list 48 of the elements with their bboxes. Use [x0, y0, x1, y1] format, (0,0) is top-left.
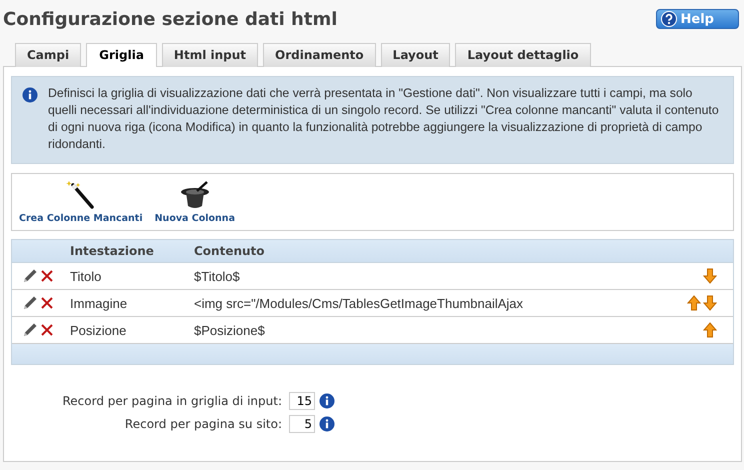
table-cell-text: Titolo	[70, 268, 102, 284]
tab[interactable]: Layout dettaglio	[455, 43, 591, 67]
tab[interactable]: Griglia	[86, 43, 157, 67]
delete-button[interactable]	[40, 269, 54, 283]
move-down-button[interactable]	[703, 268, 717, 284]
info-icon	[319, 393, 335, 409]
page-title: Configurazione sezione dati html	[3, 8, 338, 30]
input-field[interactable]: 5	[289, 415, 315, 433]
table-cell-text: Posizione	[70, 322, 128, 338]
move-up-button[interactable]	[687, 295, 701, 311]
top-hat-icon	[178, 179, 211, 211]
tab[interactable]: Layout	[380, 43, 450, 67]
info-text: Definisci la griglia di visualizzazione dati che verrà presentata in "Gestione dati". Non visualizzare tutti i campi, ma solo quelli necessari all'individuazione deterministica di un singolo record. Se utilizzi "Crea colonne mancanti" valuta il contenuto di ogni nuova riga (icona Modifica) in quanto la funzionalità potrebbe aggiungere la visualizzazione di proprietà di campo ridondanti.	[48, 85, 720, 153]
field-label: Record per pagina in griglia di input:	[62, 394, 283, 408]
move-down-button[interactable]	[703, 295, 717, 311]
magic-wand-icon	[64, 179, 97, 211]
delete-button[interactable]	[40, 296, 54, 310]
edit-button[interactable]	[22, 268, 38, 284]
down-arrow-icon	[703, 295, 717, 311]
table-cell-text: $Posizione$	[194, 322, 266, 338]
column-header: Intestazione	[70, 244, 155, 258]
close-icon	[40, 269, 54, 283]
toolbar-button[interactable]: Nuova Colonna	[154, 179, 235, 224]
close-icon	[40, 296, 54, 310]
up-arrow-icon	[687, 295, 701, 311]
column-header: Contenuto	[194, 244, 266, 258]
close-icon	[40, 323, 54, 337]
pencil-icon	[22, 268, 38, 284]
edit-button[interactable]	[22, 295, 38, 311]
tab[interactable]: Ordinamento	[263, 43, 376, 67]
edit-button[interactable]	[22, 322, 38, 338]
input-field[interactable]: 15	[289, 392, 315, 410]
info-icon	[22, 87, 38, 103]
move-up-button[interactable]	[703, 322, 717, 338]
pencil-icon	[22, 322, 38, 338]
table-cell-text: <img src="/Modules/Cms/TablesGetImageThumbnailAjax	[194, 296, 524, 310]
delete-button[interactable]	[40, 323, 54, 337]
help-icon	[660, 11, 677, 27]
table-cell-text: Immagine	[70, 296, 128, 310]
table-cell-text: $Titolo$	[194, 268, 241, 284]
up-arrow-icon	[703, 322, 717, 338]
tab[interactable]: Campi	[15, 43, 82, 67]
pencil-icon	[22, 295, 38, 311]
down-arrow-icon	[703, 268, 717, 284]
tab[interactable]: Html input	[162, 43, 258, 67]
field-label: Record per pagina su sito:	[124, 417, 283, 431]
info-icon	[319, 416, 335, 432]
toolbar-button[interactable]: Crea Colonne Mancanti	[19, 179, 143, 224]
